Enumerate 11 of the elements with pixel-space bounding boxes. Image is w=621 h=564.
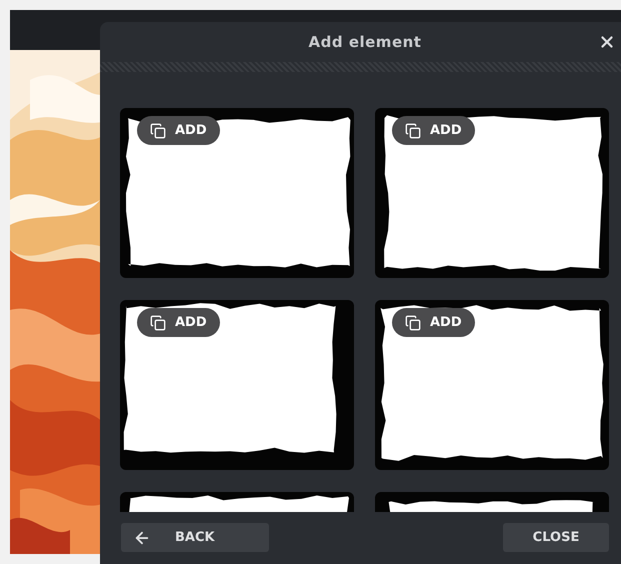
copy-icon <box>150 314 166 330</box>
add-button[interactable]: ADD <box>137 308 220 337</box>
dialog-title: Add element <box>308 32 422 53</box>
close-button[interactable]: CLOSE <box>503 523 609 552</box>
copy-icon <box>405 122 421 138</box>
copy-icon <box>405 314 421 330</box>
copy-icon <box>150 122 166 138</box>
add-button[interactable]: ADD <box>392 308 475 337</box>
add-button[interactable]: ADD <box>392 116 475 145</box>
add-button[interactable]: ADD <box>137 116 220 145</box>
back-button[interactable]: BACK <box>121 523 269 552</box>
